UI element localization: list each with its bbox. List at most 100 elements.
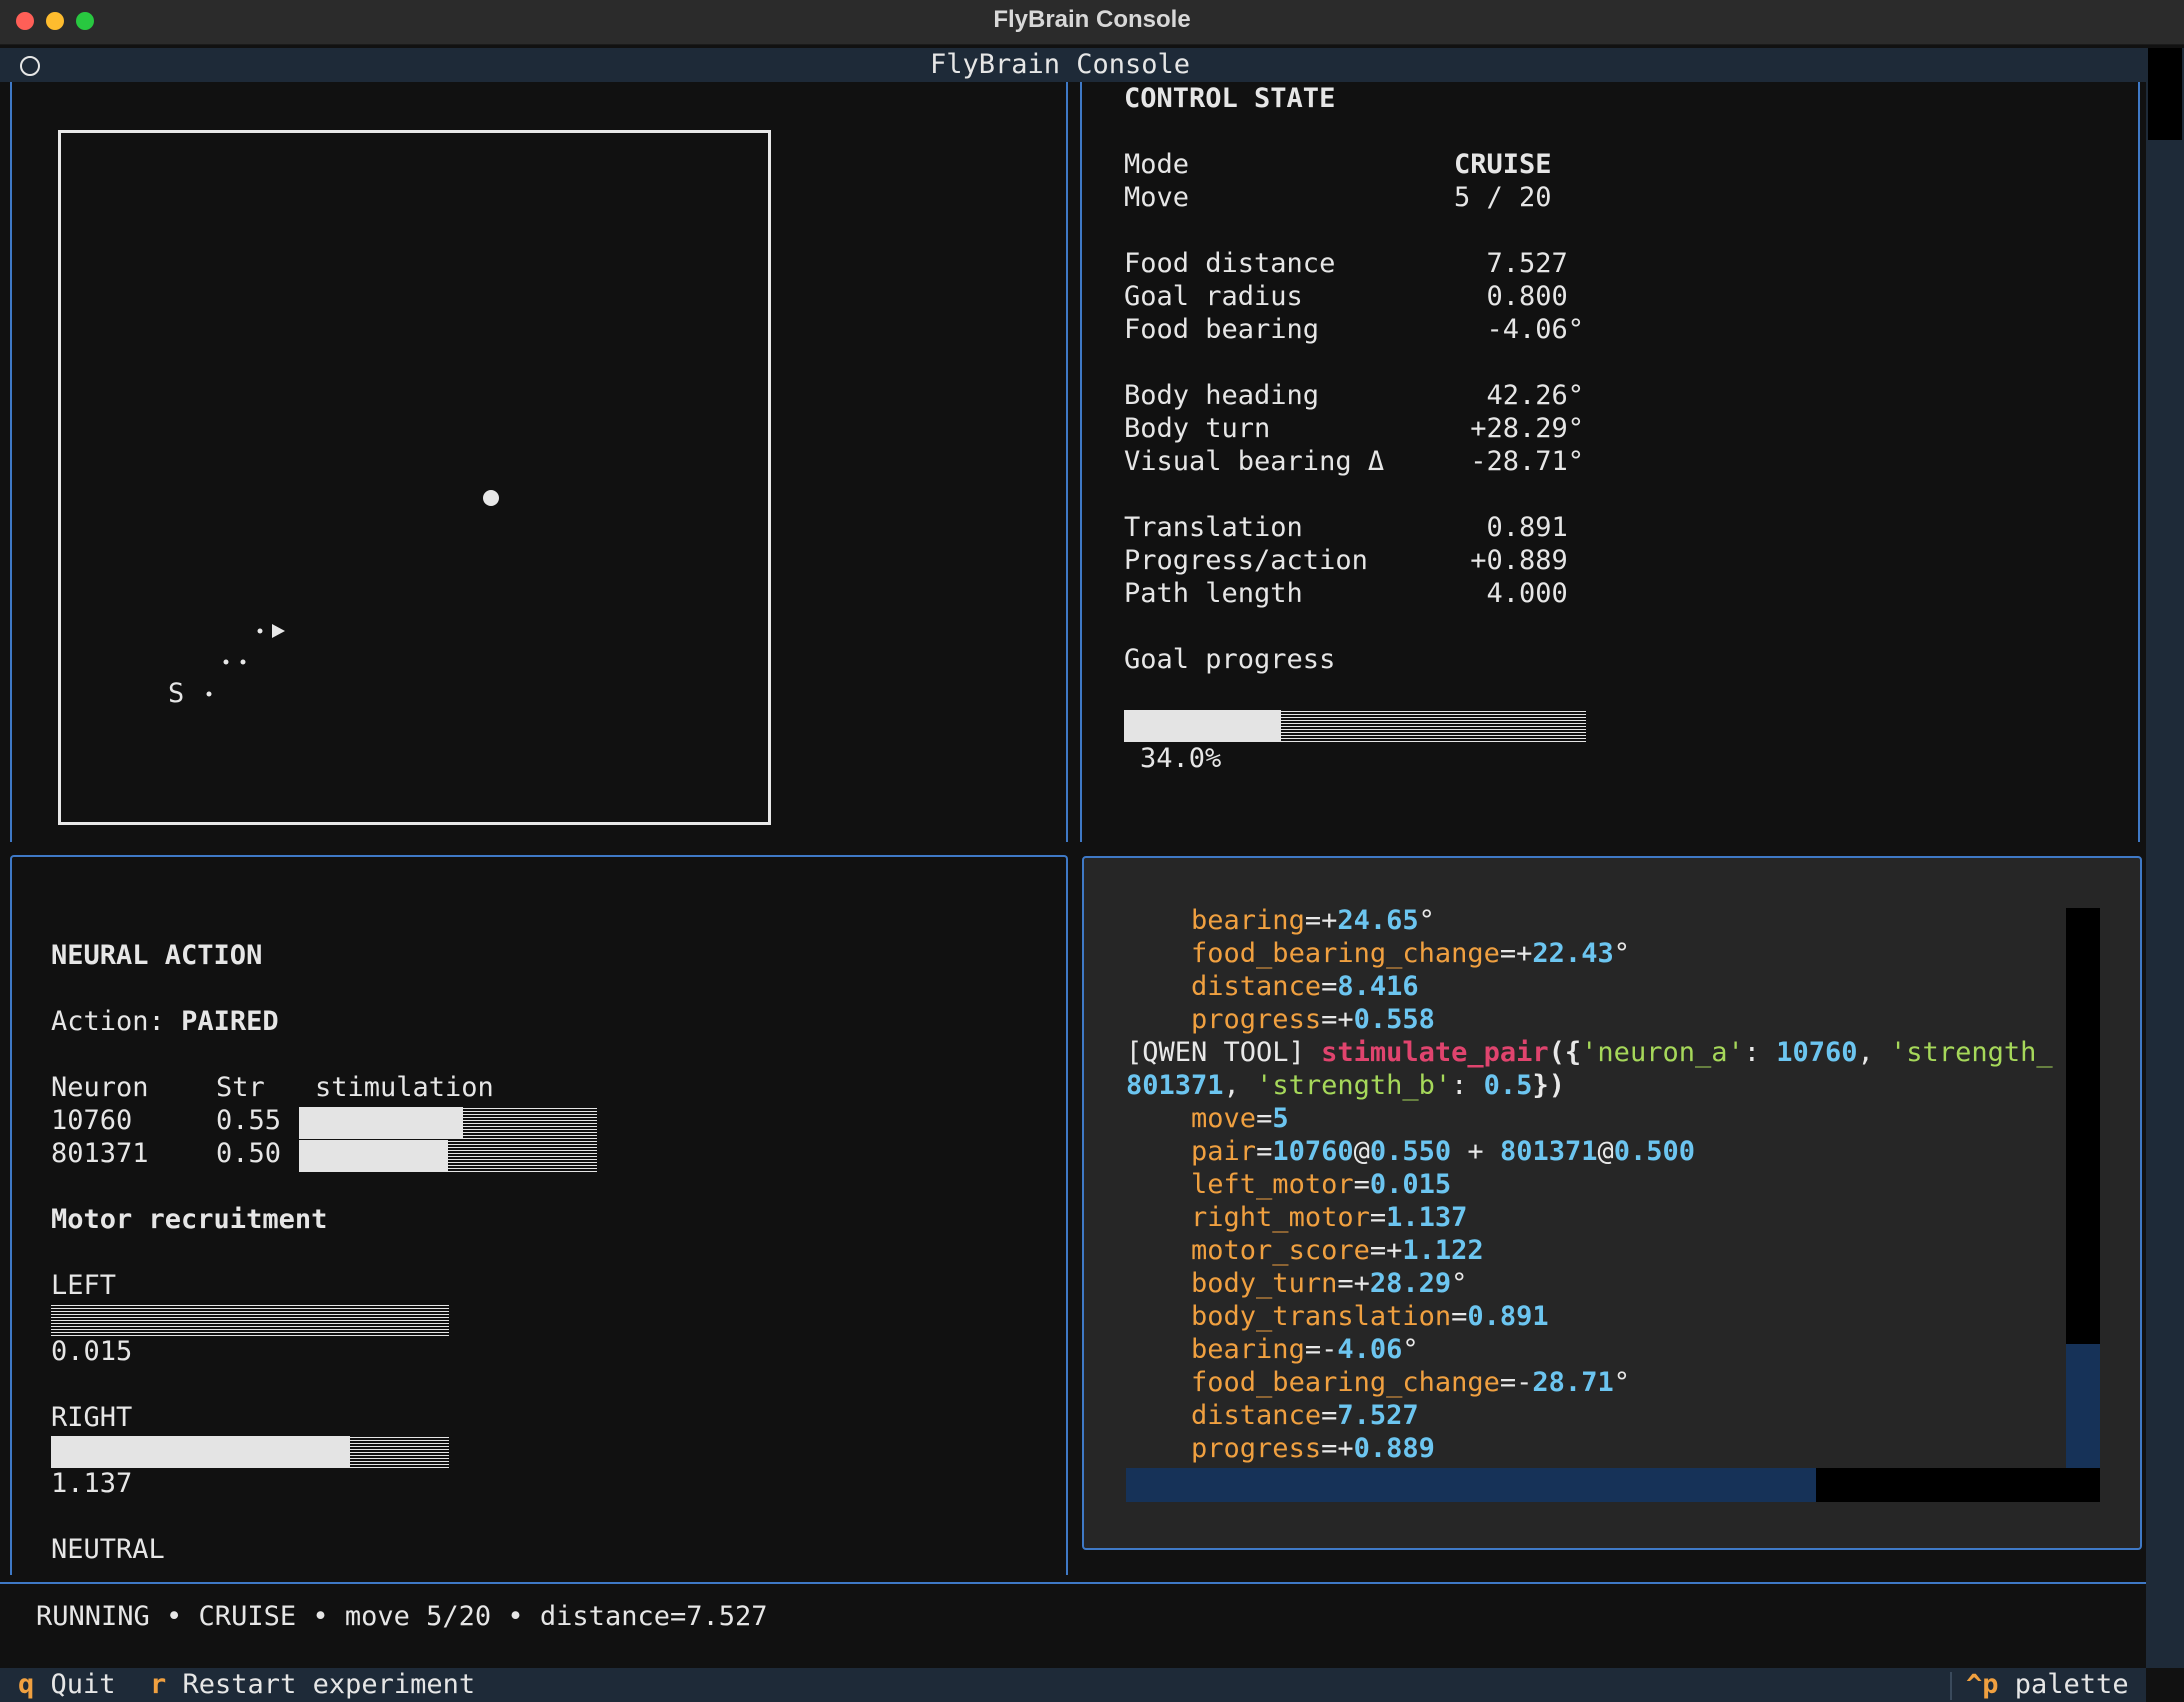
log-line: progress=+0.558 [1126,1003,2066,1036]
stimulation-fill [299,1140,448,1172]
log-text: + [1451,1136,1500,1167]
log-line: distance=7.527 [1126,1399,2066,1432]
log-equals: = [1321,1004,1338,1035]
log-key: right_motor [1191,1202,1370,1233]
trail-dot [206,691,212,697]
motor-left-bar [51,1304,449,1336]
log-line: pair=10760@0.550 + 801371@0.500 [1126,1135,2066,1168]
log-tool-line: [QWEN TOOL] stimulate_pair({'neuron_a': … [1126,1036,2066,1069]
log-equals: = [1321,1400,1338,1431]
log-vscroll-thumb[interactable] [2066,1344,2100,1468]
log-equals: = [1256,1136,1273,1167]
log-panel[interactable]: bearing=+24.65° food_bearing_change=+22.… [1082,856,2142,1550]
control-row-value: +28.29° [1454,413,1585,444]
goal-progress-fill [1124,710,1282,742]
log-equals: = [1304,905,1322,936]
app-header: FlyBrain Console [0,48,2146,82]
control-row-value: -28.71° [1454,446,1585,477]
log-number: 1.122 [1402,1235,1484,1266]
motor-left-label: LEFT [51,1270,117,1301]
log-number: 0.550 [1369,1136,1452,1167]
log-hscroll-thumb[interactable] [1126,1468,1816,1502]
goal-progress-text: 34.0% [1140,743,1222,774]
trail-dot [240,659,246,665]
motor-right-label: RIGHT [51,1402,133,1433]
log-equals: = [1451,1301,1468,1332]
log-unit: ° [1402,1334,1419,1365]
palette-key: ^p [1966,1669,1999,1700]
log-sign: + [1516,938,1533,969]
control-row-value: -4.06° [1454,314,1585,345]
log-number: 8.416 [1337,971,1419,1002]
log-key: move [1191,1103,1257,1134]
log-line: progress=+0.889 [1126,1432,2066,1464]
log-line: bearing=+24.65° [1126,904,2066,937]
neuron-strength: 0.55 [216,1105,282,1136]
palette-label: palette [2014,1669,2129,1700]
control-row-value: 42.26° [1454,380,1585,411]
log-key: body_turn [1191,1268,1338,1299]
log-line: right_motor=1.137 [1126,1201,2066,1234]
palette-binding[interactable]: ^p palette [1966,1668,2129,1701]
log-key: motor_score [1191,1235,1370,1266]
log-equals: = [1256,1103,1273,1134]
app-title: FlyBrain Console [929,49,1191,80]
log-number: 801371 [1499,1136,1598,1167]
motor-heading: Motor recruitment [51,1204,328,1235]
control-row-label: Path length [1124,578,1303,609]
fly-marker [272,624,285,638]
stimulation-bar [299,1140,597,1172]
control-row-label: Goal radius [1124,281,1303,312]
log-text: : [1743,1037,1777,1068]
log-text: @ [1353,1136,1370,1167]
quit-binding[interactable]: q Quit [18,1668,116,1701]
control-row-value: 0.800 [1454,281,1568,312]
window-titlebar: FlyBrain Console [0,0,2184,45]
control-row-label: Progress/action [1124,545,1368,576]
control-row-value: 0.891 [1454,512,1568,543]
panel-border [1080,82,1082,842]
neuron-strength: 0.50 [216,1138,282,1169]
quit-key: q [18,1669,35,1700]
log-number: 0.500 [1613,1136,1696,1167]
neuron-col-header: Neuron [51,1072,149,1103]
app-scrollbar[interactable] [2146,48,2184,1668]
start-label: S [168,678,185,709]
log-text: , [1223,1070,1257,1101]
log-key: progress [1191,1433,1322,1464]
log-key: progress [1191,1004,1322,1035]
str-col-header: Str [216,1072,265,1103]
log-number: 801371 [1126,1070,1224,1101]
log-line: food_bearing_change=+22.43° [1126,937,2066,970]
log-line: move=5 [1126,1102,2066,1135]
stimulation-col-header: stimulation [315,1072,494,1103]
log-sign: + [1386,1235,1403,1266]
restart-binding[interactable]: r Restart experiment [150,1668,475,1701]
log-equals: = [1369,1202,1387,1233]
control-row-value: 5 / 20 [1454,182,1552,213]
footer-divider [1950,1672,1952,1700]
app-scrollbar-thumb[interactable] [2148,48,2182,140]
log-number: 10760 [1272,1136,1354,1167]
log-text: @ [1597,1136,1614,1167]
control-row-label: Move [1124,182,1190,213]
log-text: , [1857,1037,1891,1068]
stimulation-fill [299,1107,463,1139]
log-equals: = [1353,1169,1370,1200]
log-tool-prefix: [QWEN TOOL] [1126,1037,1305,1068]
log-sign: - [1516,1367,1533,1398]
log-key: distance [1191,971,1322,1002]
log-number: 0.5 [1483,1070,1533,1101]
status-text: RUNNING • CRUISE • move 5/20 • distance=… [36,1601,768,1632]
log-number: 10760 [1776,1037,1858,1068]
quit-label: Quit [50,1669,116,1700]
log-number: 1.137 [1386,1202,1468,1233]
log-string: 'neuron_a' [1581,1037,1744,1068]
log-key: left_motor [1191,1169,1354,1200]
log-line: body_turn=+28.29° [1126,1267,2066,1300]
log-number: 28.71 [1532,1367,1614,1398]
food-marker [483,490,499,506]
log-unit: ° [1418,905,1435,936]
control-row-value: +0.889 [1454,545,1568,576]
control-row-label: Visual bearing Δ [1124,446,1385,477]
